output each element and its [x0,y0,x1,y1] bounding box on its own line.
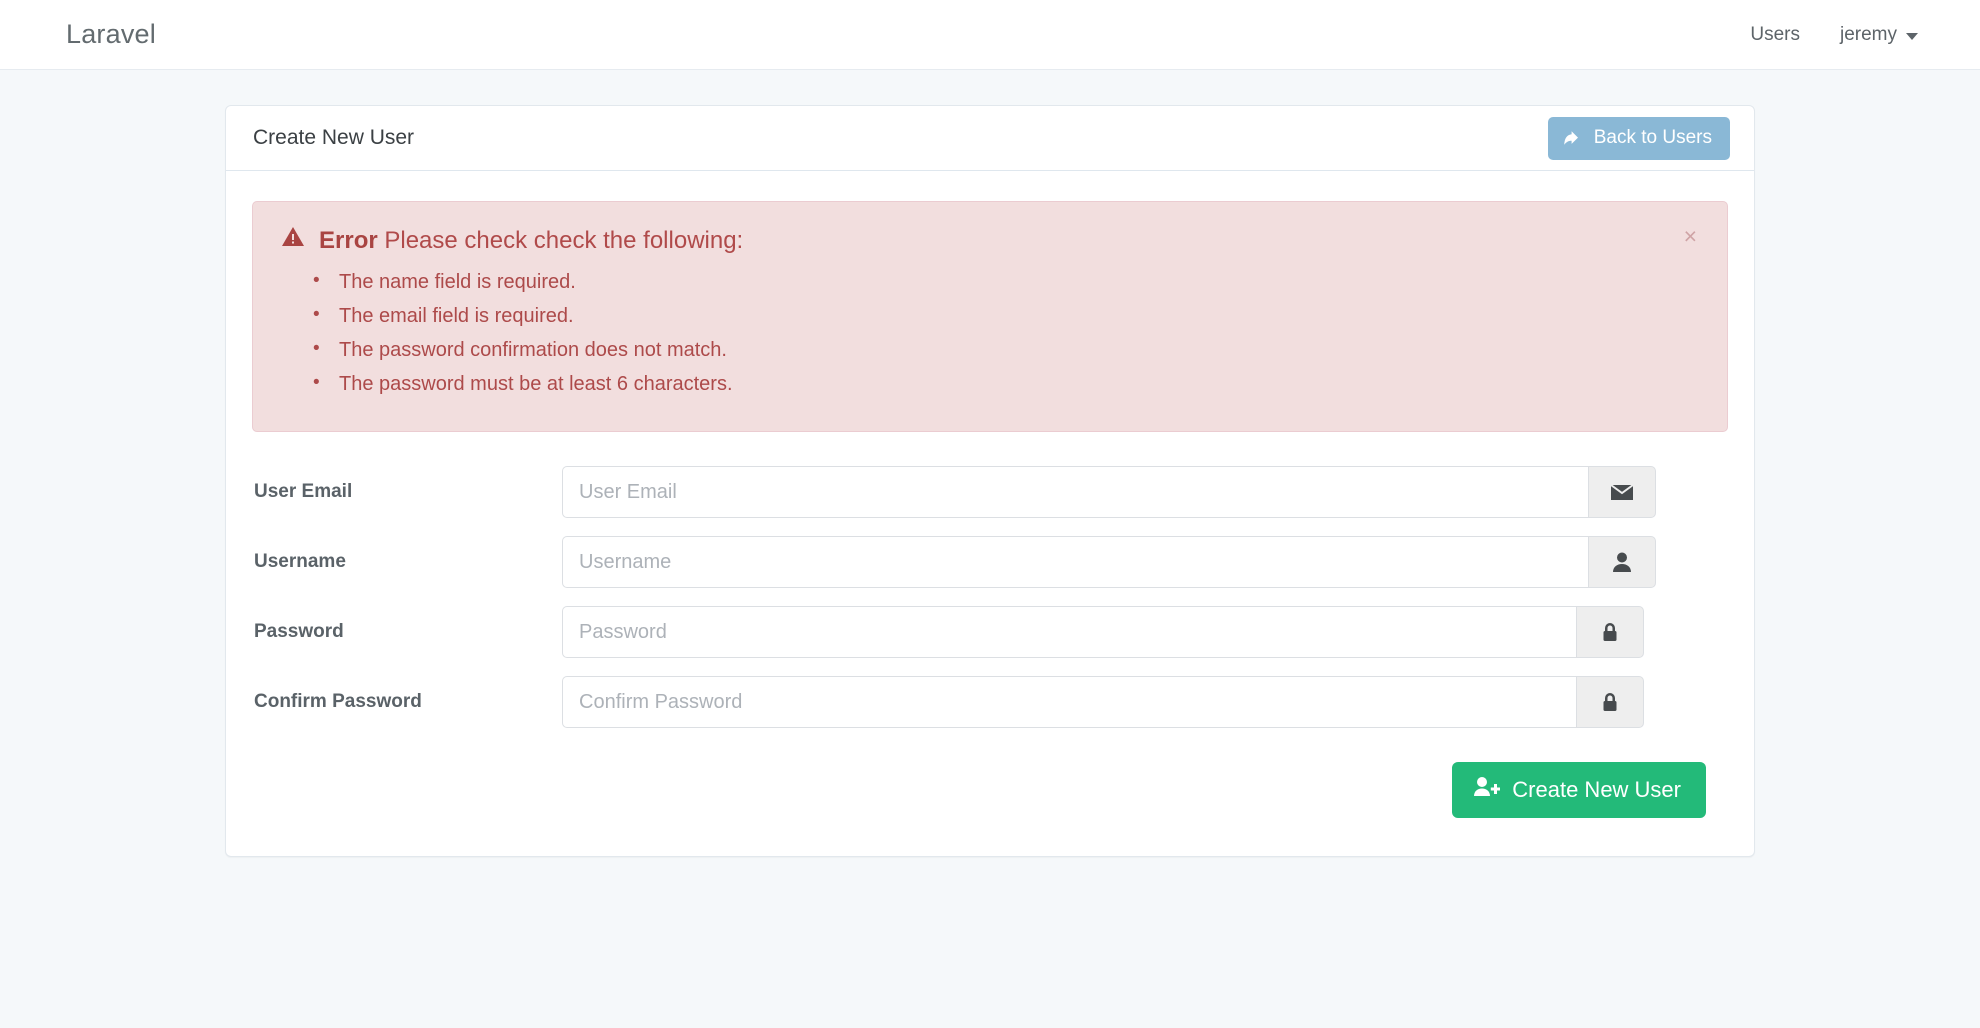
input-group-password [562,606,1644,658]
error-list: The name field is required. The email fi… [281,265,1699,401]
input-group-user-email [562,466,1656,518]
label-password: Password [252,621,562,643]
alert-title: Error Please check check the following: [319,227,743,255]
page-container: Create New User Back to Users × [0,70,1980,857]
back-to-users-button[interactable]: Back to Users [1548,117,1730,160]
create-new-user-button[interactable]: Create New User [1452,762,1706,818]
panel-body: × Error Please check check the following… [226,171,1754,856]
confirm-password-input[interactable] [562,676,1576,728]
form-actions: Create New User [252,762,1728,818]
label-user-email: User Email [252,481,562,503]
brand-logo[interactable]: Laravel [66,19,156,50]
back-to-users-label: Back to Users [1594,127,1712,149]
caret-down-icon [1906,33,1918,40]
error-alert: × Error Please check check the following… [252,201,1728,432]
create-new-user-label: Create New User [1512,777,1681,803]
form-group-password: Password [252,606,1728,658]
user-icon [1588,536,1656,588]
input-group-username [562,536,1656,588]
lock-icon [1576,606,1644,658]
form-group-username: Username [252,536,1728,588]
user-dropdown[interactable]: jeremy [1840,24,1918,46]
list-item: The password confirmation does not match… [339,333,1699,367]
label-confirm-password: Confirm Password [252,691,562,713]
create-user-form: User Email Username [252,466,1728,818]
lock-icon [1576,676,1644,728]
page-title: Create New User [253,126,414,150]
alert-close-icon[interactable]: × [1678,224,1703,249]
label-username: Username [252,551,562,573]
alert-message: Please check check the following: [384,227,743,254]
list-item: The name field is required. [339,265,1699,299]
alert-strong-label: Error [319,227,378,254]
nav-link-users[interactable]: Users [1750,24,1800,46]
envelope-icon [1588,466,1656,518]
form-group-confirm-password: Confirm Password [252,676,1728,728]
username-input[interactable] [562,536,1588,588]
top-navbar: Laravel Users jeremy [0,0,1980,70]
navbar-right-menu: Users jeremy [1750,24,1918,46]
user-dropdown-label: jeremy [1840,24,1897,46]
warning-triangle-icon [281,226,305,255]
list-item: The password must be at least 6 characte… [339,367,1699,401]
reply-arrow-icon [1564,129,1584,147]
input-group-confirm-password [562,676,1644,728]
list-item: The email field is required. [339,299,1699,333]
user-plus-icon [1474,776,1500,803]
panel-heading: Create New User Back to Users [226,106,1754,171]
user-email-input[interactable] [562,466,1588,518]
password-input[interactable] [562,606,1576,658]
create-user-panel: Create New User Back to Users × [225,105,1755,857]
alert-header: Error Please check check the following: [281,226,1699,255]
form-group-user-email: User Email [252,466,1728,518]
